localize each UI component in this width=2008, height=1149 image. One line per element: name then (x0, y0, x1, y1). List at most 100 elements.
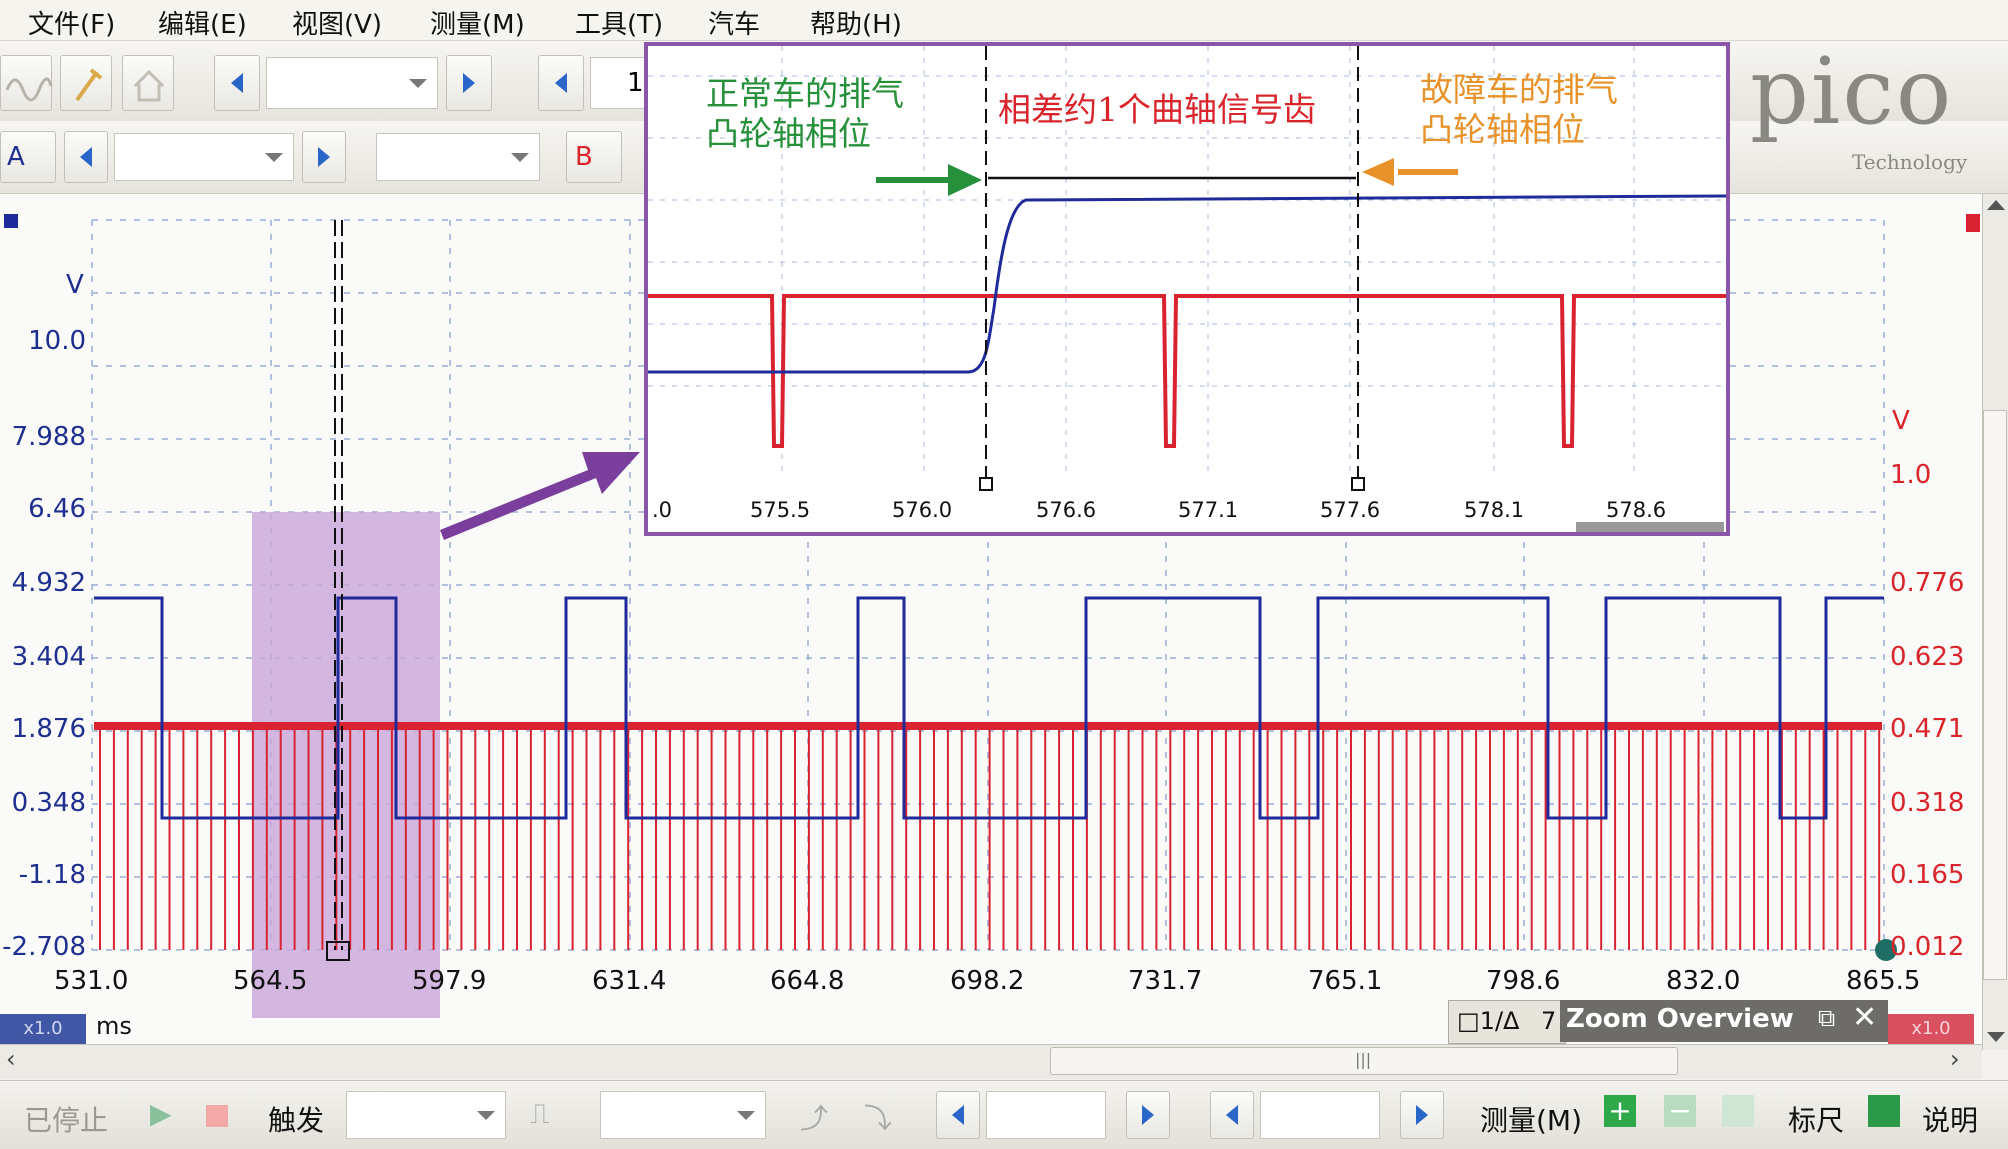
faulty-car-note: 故障车的排气 凸轮轴相位 (1420, 70, 1618, 150)
threshold-prev-button[interactable] (936, 1091, 980, 1139)
right-arrow-icon (1416, 1105, 1428, 1125)
left-axis-tick: -2.708 (2, 932, 86, 962)
vertical-scrollbar[interactable] (1982, 194, 2008, 1050)
left-axis-tick: 1.876 (11, 714, 86, 744)
pretrigger-next-button[interactable] (1400, 1091, 1444, 1139)
inset-x-tick: .0 (652, 498, 673, 522)
x-axis-tick: 798.6 (1486, 966, 1561, 996)
trigger-mode-select[interactable] (346, 1091, 506, 1139)
horizontal-scrollbar[interactable]: ‹ ||| › (0, 1044, 1982, 1079)
x-axis-tick: 832.0 (1666, 966, 1741, 996)
scroll-left-icon[interactable]: ‹ (6, 1045, 16, 1073)
remove-measurement-icon[interactable]: − (1664, 1095, 1696, 1127)
measure-label[interactable]: 测量(M) (1480, 1099, 1582, 1139)
edit-measurement-icon[interactable] (1722, 1095, 1754, 1127)
inset-x-tick: 578.6 (1606, 498, 1667, 522)
ruler-delta-box[interactable]: □1/Δ 7 (1448, 1000, 1566, 1044)
x-axis-tick: 731.7 (1128, 966, 1203, 996)
stop-icon[interactable] (206, 1105, 228, 1127)
vertical-scroll-thumb[interactable] (1983, 410, 2007, 980)
right-axis-tick: 1.0 (1890, 460, 1932, 490)
zoom-overview-panel[interactable]: Zoom Overview ⧉ ✕ (1560, 1000, 1888, 1042)
restore-icon[interactable]: ⧉ (1818, 1004, 1835, 1032)
threshold-field[interactable] (986, 1091, 1106, 1139)
channel-b-marker (1966, 214, 1980, 232)
left-axis-tick: 0.348 (11, 788, 86, 818)
difference-note: 相差约1个曲轴信号齿 (998, 90, 1316, 129)
channel-a-marker (4, 214, 18, 228)
x-axis-tick: 631.4 (592, 966, 667, 996)
zoom-left-badge[interactable]: x1.0 (0, 1014, 86, 1044)
zoom-overview-title: Zoom Overview (1566, 1004, 1794, 1034)
ruler-delta-label: □1/Δ (1457, 1007, 1520, 1035)
x-axis-tick: 597.9 (412, 966, 487, 996)
normal-car-note-line1: 正常车的排气 (706, 74, 904, 113)
left-axis-tick: -1.18 (18, 860, 86, 890)
grip-icon: ||| (1355, 1050, 1372, 1069)
right-axis-tick: 0.318 (1890, 788, 1965, 818)
ruler-settings-icon[interactable] (1868, 1095, 1900, 1127)
horizontal-scroll-thumb[interactable]: ||| (1050, 1047, 1678, 1075)
x-axis-tick: 564.5 (233, 966, 308, 996)
trigger-label: 触发 (268, 1104, 325, 1137)
inset-scroll-thumb (1576, 522, 1724, 532)
zoom-pointer-arrow (440, 452, 640, 540)
threshold-next-button[interactable] (1126, 1091, 1170, 1139)
normal-car-note-line2: 凸轮轴相位 (706, 114, 871, 153)
left-axis-tick: 10.0 (28, 326, 86, 356)
zoom-right-badge[interactable]: x1.0 (1888, 1014, 1974, 1044)
chevron-down-icon (477, 1111, 495, 1120)
left-axis-tick: 4.932 (11, 568, 86, 598)
inset-x-tick: 577.6 (1320, 498, 1381, 522)
close-icon[interactable]: ✕ (1852, 1000, 1877, 1035)
status-bar: 已停止 ▶ 触发 ⎍ ⤴ ⤵ 测量(M) + − 标尺 说明 (0, 1080, 2008, 1149)
x-axis-tick: 865.5 (1846, 966, 1921, 996)
scroll-right-icon[interactable]: › (1950, 1045, 1960, 1073)
scroll-up-icon[interactable] (1987, 200, 2005, 210)
left-arrow-icon (952, 1105, 964, 1125)
left-axis-tick: 6.46 (28, 494, 86, 524)
x-axis-unit: ms (96, 1012, 132, 1040)
notes-label[interactable]: 说明 (1922, 1099, 1978, 1139)
inset-cursor-2-handle (1351, 477, 1365, 491)
add-measurement-icon[interactable]: + (1604, 1095, 1636, 1127)
faulty-car-note-line1: 故障车的排气 (1420, 70, 1618, 109)
left-arrow-icon (1226, 1105, 1238, 1125)
trigger-source-select[interactable] (600, 1091, 766, 1139)
ruler-delta-value: 7 (1541, 1007, 1557, 1035)
left-axis-tick: 7.988 (11, 422, 86, 452)
trigger-edge-icon[interactable]: ⎍ (530, 1097, 550, 1131)
inset-x-tick: 576.0 (892, 498, 953, 522)
pretrigger-field[interactable] (1260, 1091, 1380, 1139)
orange-arrow-head (1362, 158, 1394, 186)
stopped-status: 已停止 (24, 1104, 109, 1137)
run-icon[interactable]: ▶ (150, 1097, 172, 1130)
right-axis-tick: 0.471 (1890, 714, 1965, 744)
right-arrow-icon (1142, 1105, 1154, 1125)
inset-x-tick: 577.1 (1178, 498, 1239, 522)
x-axis-tick: 765.1 (1308, 966, 1383, 996)
pretrigger-prev-button[interactable] (1210, 1091, 1254, 1139)
normal-car-note: 正常车的排气 凸轮轴相位 (706, 74, 904, 154)
falling-edge-icon[interactable]: ⤵ (864, 1097, 892, 1137)
ruler-label[interactable]: 标尺 (1788, 1099, 1844, 1139)
scroll-down-icon[interactable] (1987, 1032, 2005, 1042)
x-axis-tick: 698.2 (950, 966, 1025, 996)
inset-x-tick: 575.5 (750, 498, 811, 522)
inset-x-tick: 578.1 (1464, 498, 1525, 522)
inset-cursor-1-handle (979, 477, 993, 491)
faulty-car-note-line2: 凸轮轴相位 (1420, 110, 1585, 149)
green-arrow-head (948, 164, 982, 196)
right-axis-tick: 0.623 (1890, 642, 1965, 672)
left-axis-tick: 3.404 (11, 642, 86, 672)
inset-x-tick: 576.6 (1036, 498, 1097, 522)
x-axis-tick: 531.0 (54, 966, 129, 996)
rising-edge-icon[interactable]: ⤴ (800, 1097, 828, 1137)
chevron-down-icon (737, 1111, 755, 1120)
right-axis-tick: 0.776 (1890, 568, 1965, 598)
right-axis-tick: 0.012 (1890, 932, 1965, 962)
right-axis-tick: 0.165 (1890, 860, 1965, 890)
right-axis-unit: V (1892, 406, 1910, 436)
x-axis-tick: 664.8 (770, 966, 845, 996)
left-axis-unit: V (66, 270, 84, 300)
